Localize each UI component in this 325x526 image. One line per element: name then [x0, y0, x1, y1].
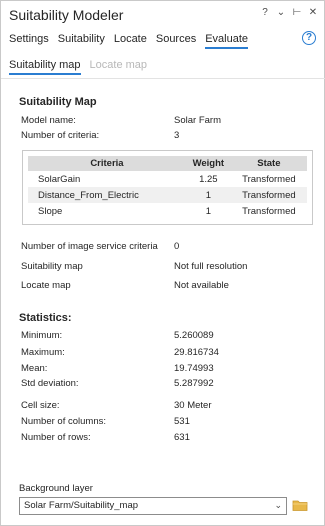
statistics-heading: Statistics:: [19, 312, 72, 324]
num-rows-value: 631: [174, 432, 190, 443]
stat-std-value: 5.287992: [174, 378, 214, 389]
stat-min-label: Minimum:: [21, 330, 63, 341]
state-cell: Transformed: [242, 173, 296, 185]
background-layer-select[interactable]: Solar Farm/Suitability_map ⌄: [19, 497, 287, 515]
stat-max-label: Maximum:: [21, 347, 65, 358]
num-criteria-label: Number of criteria:: [21, 130, 100, 141]
criteria-cell: SolarGain: [38, 173, 81, 185]
image-service-value: 0: [174, 241, 180, 252]
criteria-cell: Distance_From_Electric: [28, 187, 186, 203]
subtab-suitability-map[interactable]: Suitability map: [9, 59, 81, 75]
state-cell: Transformed: [242, 205, 296, 217]
chevron-down-icon[interactable]: ⌄: [276, 7, 286, 18]
num-criteria-value: 3: [174, 130, 180, 141]
help-icon[interactable]: ?: [302, 31, 316, 45]
suitability-map-status-label: Suitability map: [21, 261, 83, 272]
criteria-table: Criteria Weight State SolarGain 1.25 Tra…: [28, 156, 307, 219]
background-layer-label: Background layer: [19, 483, 93, 494]
tab-settings[interactable]: Settings: [9, 33, 49, 49]
table-row[interactable]: Distance_From_Electric 1 Transformed: [28, 187, 307, 203]
num-columns-label: Number of columns:: [21, 416, 107, 427]
stat-max-value: 29.816734: [174, 347, 219, 358]
cell-size-value: 30 Meter: [174, 400, 212, 411]
pin-icon[interactable]: ⊢: [292, 7, 302, 18]
background-layer-value: Solar Farm/Suitability_map: [24, 500, 139, 511]
locate-map-status-value: Not available: [174, 280, 229, 291]
weight-cell: 1.25: [199, 173, 218, 185]
weight-cell: 1: [185, 187, 231, 203]
cell-size-label: Cell size:: [21, 400, 60, 411]
model-name-value: Solar Farm: [174, 115, 221, 126]
col-header-criteria[interactable]: Criteria: [28, 156, 186, 171]
stat-mean-value: 19.74993: [174, 363, 214, 374]
model-name-label: Model name:: [21, 115, 76, 126]
weight-cell: 1: [205, 205, 211, 217]
num-rows-label: Number of rows:: [21, 432, 91, 443]
col-header-weight[interactable]: Weight: [185, 156, 231, 171]
tab-evaluate[interactable]: Evaluate: [205, 33, 249, 49]
chevron-down-icon: ⌄: [274, 500, 282, 510]
table-row[interactable]: SolarGain 1.25 Transformed: [28, 171, 307, 187]
pane-title: Suitability Modeler: [9, 7, 124, 23]
stat-std-label: Std deviation:: [21, 378, 79, 389]
folder-icon[interactable]: [292, 498, 308, 512]
col-header-state[interactable]: State: [230, 156, 307, 171]
sub-tabs: Suitability map Locate map: [9, 59, 147, 75]
criteria-cell: Slope: [38, 205, 63, 217]
close-icon[interactable]: ✕: [308, 7, 318, 18]
divider: [1, 78, 325, 79]
suitability-map-heading: Suitability Map: [19, 96, 97, 108]
stat-mean-label: Mean:: [21, 363, 48, 374]
tab-suitability[interactable]: Suitability: [58, 33, 105, 49]
tab-sources[interactable]: Sources: [156, 33, 196, 49]
num-columns-value: 531: [174, 416, 190, 427]
table-row[interactable]: Slope 1 Transformed: [28, 203, 307, 219]
tab-locate[interactable]: Locate: [114, 33, 147, 49]
state-cell: Transformed: [230, 187, 307, 203]
criteria-table-container: Criteria Weight State SolarGain 1.25 Tra…: [22, 150, 313, 225]
main-tabs: Settings Suitability Locate Sources Eval…: [9, 33, 249, 49]
stat-min-value: 5.260089: [174, 330, 214, 341]
options-icon[interactable]: ?: [260, 7, 270, 18]
window-controls: ? ⌄ ⊢ ✕: [260, 7, 318, 18]
suitability-map-status-value: Not full resolution: [174, 261, 248, 272]
subtab-locate-map: Locate map: [89, 59, 148, 71]
locate-map-status-label: Locate map: [21, 280, 71, 291]
image-service-label: Number of image service criteria: [21, 241, 158, 252]
suitability-modeler-pane: Suitability Modeler ? ⌄ ⊢ ✕ Settings Sui…: [0, 0, 325, 526]
